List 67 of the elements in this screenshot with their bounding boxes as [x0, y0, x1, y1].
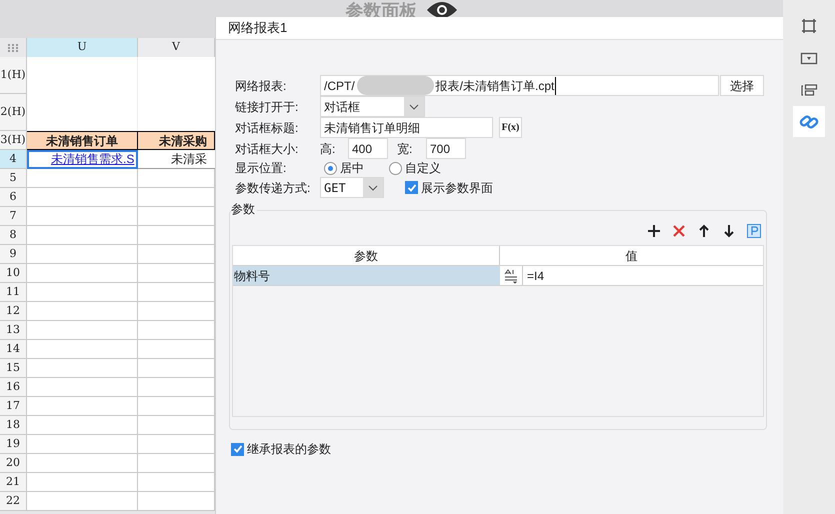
radio-label[interactable]: 居中 — [340, 159, 364, 177]
row-header[interactable]: 12 — [0, 302, 27, 321]
title-field[interactable]: 未清销售订单明细 — [320, 117, 493, 138]
row-header[interactable]: 7 — [0, 207, 27, 226]
row-header[interactable]: 21 — [0, 473, 27, 492]
row-header[interactable]: 3(H) — [0, 131, 27, 150]
parameter-icon[interactable] — [746, 222, 762, 238]
link-text[interactable]: 未清销售需求.S — [51, 150, 134, 168]
toolbar-button[interactable] — [793, 106, 825, 137]
row-header[interactable]: 6 — [0, 188, 27, 207]
row-header[interactable]: 10 — [0, 264, 27, 283]
radio-label[interactable]: 自定义 — [405, 159, 441, 177]
table-cell: 未清采购 — [138, 131, 215, 150]
value-field[interactable]: =I4 — [522, 266, 763, 285]
table-cell: 未清销售订单 — [27, 131, 138, 150]
field-label: 宽: — [397, 140, 414, 158]
field-label: 显示位置: — [235, 160, 288, 177]
field-label: 链接打开于: — [235, 98, 300, 116]
dialog-title: 网络报表1 — [228, 19, 288, 38]
field-label: 高: — [320, 140, 336, 158]
row-header[interactable]: 5 — [0, 169, 27, 188]
path-field[interactable]: /CPT/ 报表/未清销售订单.cpt — [320, 75, 719, 96]
radio-button[interactable] — [324, 162, 337, 174]
select-button[interactable]: 选择 — [720, 75, 764, 96]
path-text: /CPT/ — [324, 78, 355, 94]
row-header[interactable]: 22 — [0, 492, 27, 511]
checkbox-label[interactable]: 继承报表的参数 — [247, 440, 331, 458]
add-icon[interactable] — [646, 222, 662, 238]
checkbox-label[interactable]: 展示参数界面 — [421, 178, 493, 196]
formula-button[interactable]: F(x) — [499, 117, 522, 138]
row-header[interactable]: 13 — [0, 321, 27, 340]
row-header[interactable]: 1(H) — [0, 57, 27, 94]
type-icon[interactable] — [500, 266, 522, 285]
row-header[interactable]: 20 — [0, 454, 27, 473]
row-header[interactable]: 8 — [0, 226, 27, 245]
caret-icon — [368, 184, 378, 190]
row-header[interactable]: 9 — [0, 245, 27, 264]
row-header[interactable]: 16 — [0, 378, 27, 397]
row-header[interactable]: 17 — [0, 397, 27, 416]
row-header[interactable]: 11 — [0, 283, 27, 302]
path-text: 报表/未清销售订单.cpt — [436, 76, 556, 94]
row-header[interactable]: 19 — [0, 435, 27, 454]
group-title: 参数 — [231, 200, 257, 218]
delete-icon[interactable] — [671, 222, 687, 238]
row-header[interactable]: 14 — [0, 340, 27, 359]
height-field[interactable]: 400 — [348, 138, 388, 159]
column-header: 参数 — [233, 246, 500, 265]
show-params-checkbox[interactable] — [405, 181, 418, 194]
inherit-params-checkbox[interactable] — [231, 442, 244, 456]
width-field[interactable]: 700 — [426, 138, 466, 159]
caret-icon — [409, 104, 419, 110]
row-header[interactable]: 18 — [0, 416, 27, 435]
column-header[interactable]: U — [27, 38, 138, 57]
field-label: 参数传递方式: — [235, 180, 312, 196]
column-header[interactable]: V — [138, 38, 215, 57]
row-header[interactable]: 2(H) — [0, 94, 27, 131]
field-label: 对话框大小: — [235, 140, 300, 158]
row-header[interactable]: 4 — [0, 150, 27, 169]
method-dropdown[interactable]: GET — [320, 177, 384, 198]
field-label: 网络报表: — [235, 78, 288, 94]
radio-button[interactable] — [389, 162, 402, 174]
table-cell[interactable]: 物料号 — [233, 266, 500, 285]
open-in-dropdown[interactable]: 对话框 — [320, 96, 425, 117]
column-header: 值 — [624, 248, 638, 264]
row-header[interactable]: 15 — [0, 359, 27, 378]
eye-icon[interactable] — [426, 0, 458, 20]
field-label: 对话框标题: — [235, 120, 300, 136]
